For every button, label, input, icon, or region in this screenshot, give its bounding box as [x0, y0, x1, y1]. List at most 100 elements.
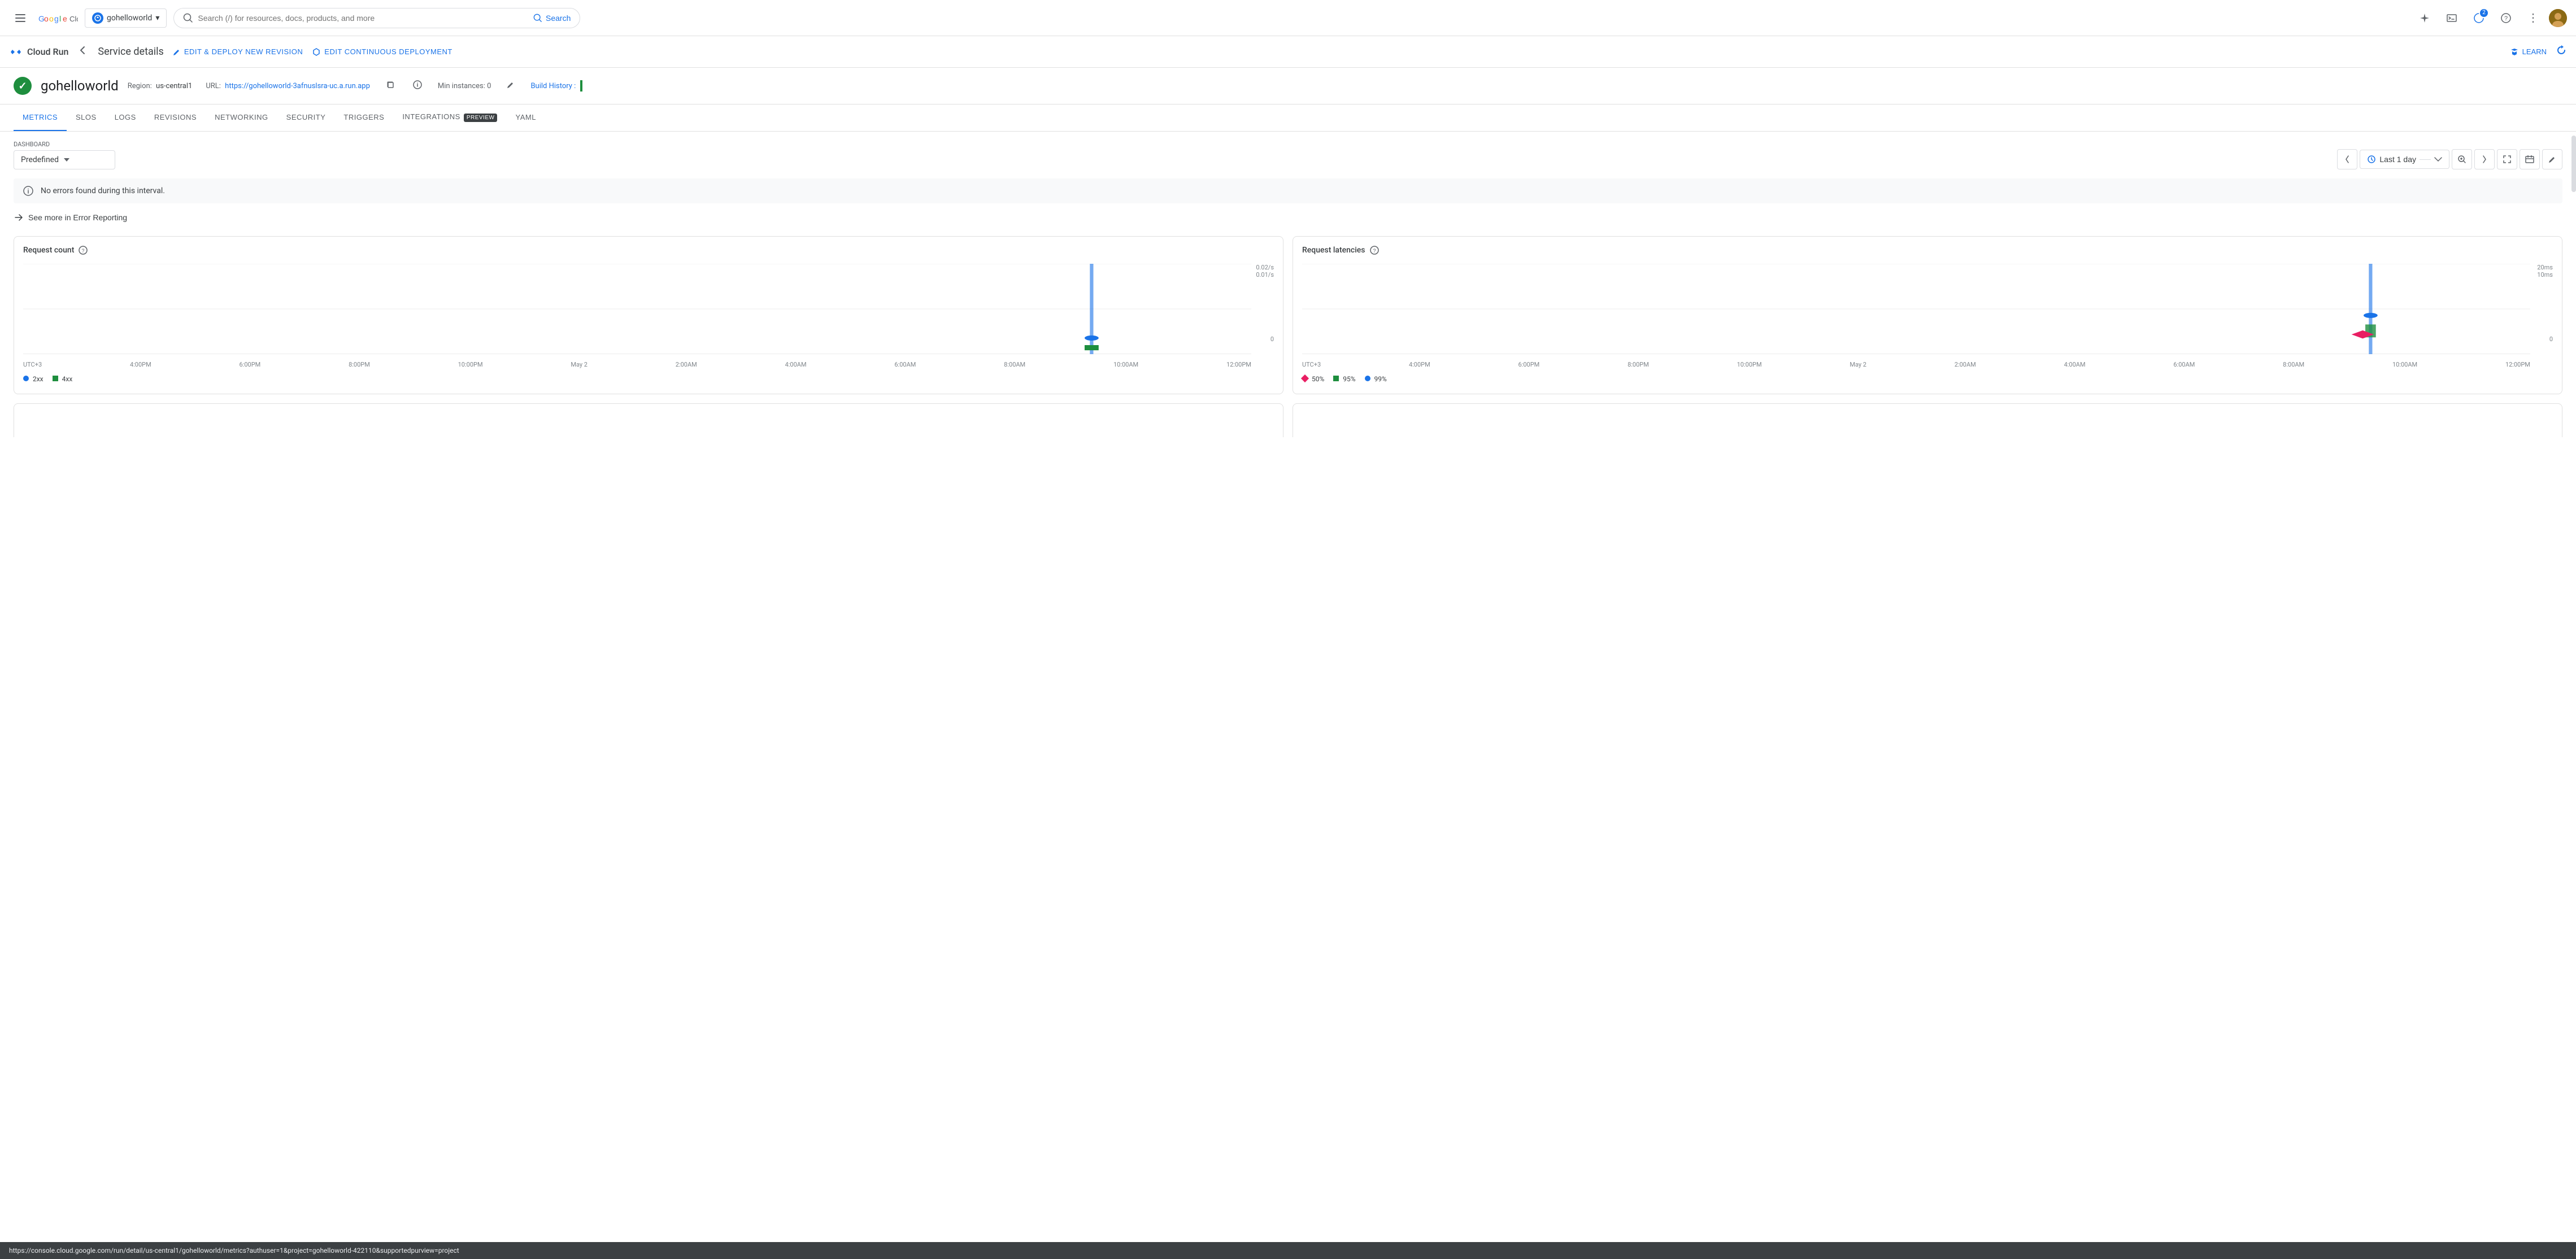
latencies-legend: 50% 95% 99% — [1302, 375, 2553, 383]
cloud-run-logo: Cloud Run — [9, 45, 68, 59]
terminal-button[interactable] — [2440, 7, 2463, 29]
request-count-chart: Request count ? 0.02/s 0.01/s 0 — [14, 236, 1283, 394]
edit-min-instances-button[interactable] — [504, 79, 517, 94]
search-btn-icon — [533, 14, 542, 23]
refresh-icon — [2556, 45, 2567, 56]
dashboard-select[interactable]: Predefined — [14, 150, 115, 169]
chevron-right-icon — [2482, 155, 2487, 163]
tab-metrics[interactable]: METRICS — [14, 104, 67, 131]
svg-text:?: ? — [2504, 15, 2508, 22]
svg-text:?: ? — [82, 248, 85, 254]
continuous-deploy-icon — [312, 47, 321, 56]
see-more-button[interactable]: See more in Error Reporting — [14, 212, 127, 223]
search-bar[interactable]: Search — [173, 8, 580, 28]
sub-nav-right: LEARN — [2510, 45, 2567, 59]
hamburger-menu[interactable] — [9, 7, 32, 29]
latencies-xaxis: UTC+3 4:00PM 6:00PM 8:00PM 10:00PM May 2… — [1302, 361, 2553, 368]
expand-button[interactable] — [2497, 149, 2517, 169]
edit-deploy-button[interactable]: EDIT & DEPLOY NEW REVISION — [173, 47, 303, 56]
request-latencies-chart: Request latencies ? 20ms 10ms 0 — [1293, 236, 2562, 394]
sparkle-button[interactable] — [2413, 7, 2436, 29]
edit-time-icon — [2548, 155, 2556, 163]
google-cloud-logo[interactable]: G o o g l e Cloud — [38, 11, 78, 25]
bottom-charts-row: Container instance count ? Billable cont… — [14, 403, 2562, 437]
sub-nav: Cloud Run Service details EDIT & DEPLOY … — [0, 36, 2576, 68]
time-prev-button[interactable] — [2337, 149, 2357, 169]
tab-networking[interactable]: NETWORKING — [206, 104, 277, 131]
project-selector[interactable]: gohelloworld ▾ — [85, 8, 167, 28]
tab-revisions[interactable]: REVISIONS — [145, 104, 206, 131]
request-count-help-icon[interactable]: ? — [79, 246, 88, 255]
learn-button[interactable]: LEARN — [2510, 47, 2547, 56]
tabs: METRICS SLOS LOGS REVISIONS NETWORKING S… — [0, 104, 2576, 132]
preview-badge: PREVIEW — [464, 114, 498, 122]
tab-yaml[interactable]: YAML — [506, 104, 545, 131]
url-label: URL: https://gohelloworld-3afnuslsra-uc.… — [206, 82, 370, 90]
billable-instance-time-chart: Billable container instance time ? — [1293, 403, 2562, 437]
project-chevron: ▾ — [155, 14, 159, 23]
info-button[interactable] — [411, 78, 424, 94]
charts-row: Request count ? 0.02/s 0.01/s 0 — [14, 236, 2562, 394]
status-bar: https://console.cloud.google.com/run/det… — [0, 1242, 2576, 1259]
tab-security[interactable]: SECURITY — [277, 104, 335, 131]
latencies-svg — [1302, 264, 2530, 354]
calendar-button[interactable] — [2520, 149, 2540, 169]
time-next-button[interactable] — [2474, 149, 2495, 169]
dashboard-select-wrapper: Dashboard Predefined — [14, 141, 115, 169]
scrollbar[interactable] — [2571, 136, 2576, 192]
project-icon — [92, 12, 103, 24]
edit-continuous-button[interactable]: EDIT CONTINUOUS DEPLOYMENT — [312, 47, 452, 56]
notification-button[interactable]: 2 — [2468, 7, 2490, 29]
search-input[interactable] — [198, 14, 529, 23]
time-controls: Last 1 day — [2337, 149, 2562, 169]
build-bar — [580, 80, 582, 92]
arrow-right-icon — [14, 212, 24, 223]
service-url-link[interactable]: https://gohelloworld-3afnuslsra-uc.a.run… — [225, 82, 370, 90]
back-icon — [77, 45, 89, 56]
latencies-chart-area: 20ms 10ms 0 — [1302, 264, 2553, 354]
tab-logs[interactable]: LOGS — [106, 104, 145, 131]
time-range-button[interactable]: Last 1 day — [2360, 150, 2449, 169]
edit-time-button[interactable] — [2542, 149, 2562, 169]
svg-text:o: o — [49, 14, 54, 23]
status-url: https://console.cloud.google.com/run/det… — [9, 1247, 459, 1254]
tab-integrations[interactable]: INTEGRATIONSPREVIEW — [393, 104, 506, 131]
top-nav: G o o g l e Cloud gohelloworld ▾ Search — [0, 0, 2576, 36]
request-count-yaxis: 0.02/s 0.01/s 0 — [1256, 264, 1274, 343]
cloud-run-label: Cloud Run — [27, 46, 68, 57]
service-header: ✓ gohelloworld Region: us-central1 URL: … — [0, 68, 2576, 104]
calendar-icon — [2525, 155, 2534, 164]
dashboard-controls: Dashboard Predefined Last 1 day — [14, 141, 2562, 169]
container-instance-count-chart: Container instance count ? — [14, 403, 1283, 437]
latencies-help-icon[interactable]: ? — [1370, 246, 1379, 255]
search-button[interactable]: Search — [533, 14, 571, 23]
min-instances: Min instances: 0 — [438, 82, 491, 90]
svg-text:o: o — [44, 14, 49, 23]
more-button[interactable]: ⋮ — [2522, 7, 2544, 29]
copy-url-button[interactable] — [384, 78, 397, 94]
request-count-svg — [23, 264, 1251, 354]
project-name: gohelloworld — [107, 14, 152, 23]
user-avatar[interactable] — [2549, 9, 2567, 27]
request-count-xaxis: UTC+3 4:00PM 6:00PM 8:00PM 10:00PM May 2… — [23, 361, 1274, 368]
svg-text:l: l — [59, 14, 61, 23]
tab-triggers[interactable]: TRIGGERS — [334, 104, 393, 131]
svg-text:g: g — [54, 14, 59, 23]
legend-4xx: 4xx — [53, 375, 73, 383]
expand-icon — [2503, 155, 2512, 164]
help-button[interactable]: ? — [2495, 7, 2517, 29]
dashboard-chevron-icon — [63, 158, 70, 162]
refresh-button[interactable] — [2556, 45, 2567, 59]
service-name: gohelloworld — [41, 78, 119, 94]
build-history[interactable]: Build History : — [530, 80, 582, 92]
tab-slos[interactable]: SLOS — [67, 104, 106, 131]
back-button[interactable] — [77, 45, 89, 59]
zoom-in-button[interactable] — [2452, 149, 2472, 169]
time-divider — [2420, 159, 2431, 160]
error-banner-message: No errors found during this interval. — [41, 186, 165, 195]
legend-95pct: 95% — [1333, 375, 1355, 383]
legend-2xx: 2xx — [23, 375, 43, 383]
error-banner: No errors found during this interval. — [14, 178, 2562, 203]
svg-text:Cloud: Cloud — [69, 15, 78, 23]
legend-99pct: 99% — [1365, 375, 1387, 383]
